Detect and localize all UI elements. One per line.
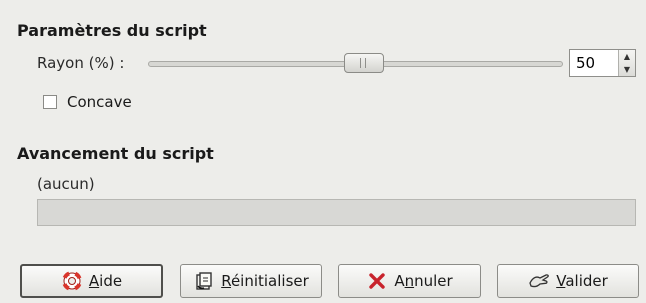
spin-down-arrow-icon[interactable]: ▼: [619, 63, 635, 76]
reset-icon: [193, 270, 215, 292]
reset-button[interactable]: Réinitialiser: [180, 264, 322, 298]
cancel-button-label: Annuler: [394, 272, 453, 290]
radius-spinbox: ▲ ▼: [569, 49, 636, 77]
spin-up-arrow-icon[interactable]: ▲: [619, 50, 635, 63]
radius-label: Rayon (%) :: [37, 54, 125, 72]
progress-status-text: (aucun): [37, 175, 95, 193]
spin-buttons: ▲ ▼: [618, 50, 635, 76]
help-lifebuoy-icon: [61, 270, 83, 292]
progress-bar: [37, 199, 636, 226]
concave-checkbox[interactable]: [43, 95, 57, 109]
ok-button[interactable]: Valider: [497, 264, 639, 298]
help-button-label: Aide: [88, 272, 123, 290]
params-section-title: Paramètres du script: [17, 21, 207, 40]
radius-slider-thumb[interactable]: [343, 53, 384, 73]
help-button[interactable]: Aide: [20, 264, 163, 298]
progress-section-title: Avancement du script: [17, 144, 214, 163]
radius-value-input[interactable]: [570, 50, 618, 76]
ok-button-label: Valider: [556, 272, 608, 290]
ok-hand-icon: [528, 270, 550, 292]
reset-button-label: Réinitialiser: [221, 272, 309, 290]
cancel-x-icon: [366, 270, 388, 292]
concave-checkbox-label[interactable]: Concave: [67, 93, 132, 111]
cancel-button[interactable]: Annuler: [338, 264, 481, 298]
